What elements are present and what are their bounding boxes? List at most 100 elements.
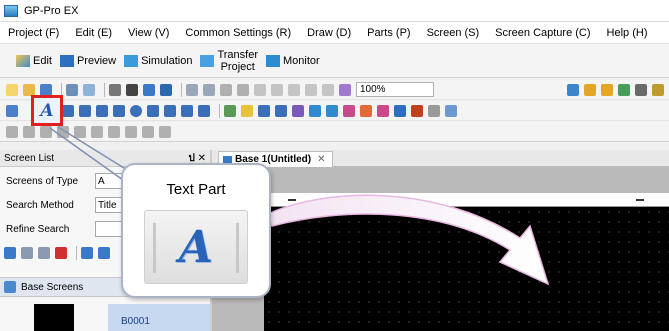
pin-b-icon[interactable]: [125, 125, 137, 138]
preview-mode-label: Preview: [76, 54, 117, 67]
sample-icon[interactable]: [428, 104, 440, 117]
ladder-a-icon[interactable]: [6, 125, 18, 138]
screen-canvas[interactable]: [264, 207, 669, 331]
mode-bar: Edit Preview Simulation Transfer Project…: [0, 44, 669, 78]
symbol-icon[interactable]: [601, 83, 613, 96]
toolbar-ladder: [0, 122, 669, 142]
menu-parts[interactable]: Parts (P): [359, 27, 418, 39]
app-icon: [4, 4, 18, 17]
message-icon[interactable]: [445, 104, 457, 117]
lamp-icon[interactable]: [241, 104, 253, 117]
undo-icon[interactable]: [220, 83, 232, 96]
contact-icon[interactable]: [57, 125, 69, 138]
switch-lamp-icon[interactable]: [224, 104, 236, 117]
zoom-select[interactable]: 100%: [356, 82, 434, 97]
polyline-icon[interactable]: [79, 104, 91, 117]
ladder-b-icon[interactable]: [23, 125, 35, 138]
trend-graph-icon[interactable]: [309, 104, 321, 117]
menu-screen[interactable]: Screen (S): [419, 27, 488, 39]
window-icon[interactable]: [394, 104, 406, 117]
bus-b-icon[interactable]: [159, 125, 171, 138]
polygon-icon[interactable]: [113, 104, 125, 117]
keypad-icon[interactable]: [292, 104, 304, 117]
print-icon[interactable]: [66, 83, 78, 96]
alarm-icon[interactable]: [377, 104, 389, 117]
wrench-icon[interactable]: [652, 83, 664, 96]
transfer-screen-icon[interactable]: [186, 83, 198, 96]
text-part-callout: Text Part A: [121, 163, 271, 298]
address-icon[interactable]: [584, 83, 596, 96]
transfer-project-button[interactable]: Transfer Project: [196, 48, 262, 74]
new-screen-icon[interactable]: [4, 247, 16, 259]
scale-icon[interactable]: [181, 104, 193, 117]
graph-icon[interactable]: [275, 104, 287, 117]
picture-icon[interactable]: [411, 104, 423, 117]
bus-a-icon[interactable]: [142, 125, 154, 138]
transfer-label-line2: Project: [220, 60, 255, 73]
arc-icon[interactable]: [147, 104, 159, 117]
save-icon[interactable]: [40, 83, 52, 96]
menu-project[interactable]: Project (F): [0, 27, 67, 39]
screen-open-icon[interactable]: [143, 83, 155, 96]
find-icon[interactable]: [109, 83, 121, 96]
thumbnail-view-icon[interactable]: [98, 247, 110, 259]
circle-icon[interactable]: [130, 104, 142, 117]
receive-screen-icon[interactable]: [203, 83, 215, 96]
ladder-c-icon[interactable]: [40, 125, 52, 138]
print-preview-icon[interactable]: [83, 83, 95, 96]
table-icon[interactable]: [198, 104, 210, 117]
pin-icon[interactable]: ป: [188, 153, 194, 164]
paste-icon[interactable]: [288, 83, 300, 96]
coil-icon[interactable]: [91, 125, 103, 138]
list-view-icon[interactable]: [81, 247, 93, 259]
close-panel-icon[interactable]: ✕: [198, 153, 206, 164]
check-icon[interactable]: [339, 83, 351, 96]
data-display-icon[interactable]: [258, 104, 270, 117]
menu-draw[interactable]: Draw (D): [299, 27, 359, 39]
menu-screen-capture[interactable]: Screen Capture (C): [487, 27, 598, 39]
line-icon[interactable]: [62, 104, 74, 117]
window-title: GP-Pro EX: [24, 4, 79, 17]
menu-edit[interactable]: Edit (E): [67, 27, 120, 39]
pin-a-icon[interactable]: [108, 125, 120, 138]
meter-icon[interactable]: [360, 104, 372, 117]
copy-icon[interactable]: [271, 83, 283, 96]
grid-icon[interactable]: [635, 83, 647, 96]
text-part-tool-button[interactable]: A: [31, 95, 63, 126]
contact-b-icon[interactable]: [74, 125, 86, 138]
base-screens-label: Base Screens: [21, 281, 84, 293]
callout-title: Text Part: [166, 181, 226, 198]
paste-special-icon[interactable]: [305, 83, 317, 96]
open-folder-icon[interactable]: [23, 83, 35, 96]
cut-icon[interactable]: [254, 83, 266, 96]
menu-help[interactable]: Help (H): [599, 27, 656, 39]
simulation-mode-button[interactable]: Simulation: [120, 48, 196, 74]
list-icon[interactable]: [618, 83, 630, 96]
zoom-fit-icon[interactable]: [567, 83, 579, 96]
text-part-icon: A: [40, 100, 54, 121]
screen-list-title: Screen List: [4, 152, 55, 164]
delete-icon[interactable]: [322, 83, 334, 96]
menu-common-settings[interactable]: Common Settings (R): [177, 27, 299, 39]
pie-graph-icon[interactable]: [343, 104, 355, 117]
bar-graph-icon[interactable]: [326, 104, 338, 117]
redo-icon[interactable]: [237, 83, 249, 96]
screen-thumbnail[interactable]: [34, 304, 74, 331]
monitor-mode-button[interactable]: Monitor: [262, 48, 324, 74]
edit-icon: [16, 54, 30, 67]
rectangle-icon[interactable]: [96, 104, 108, 117]
toolbar-separator: [219, 103, 220, 118]
select-pointer-icon[interactable]: [6, 104, 18, 117]
preview-mode-button[interactable]: Preview: [56, 48, 120, 74]
edit-mode-button[interactable]: Edit: [12, 48, 56, 74]
screen-list-toolbar: [4, 246, 115, 260]
close-tab-icon[interactable]: ✕: [317, 154, 325, 165]
settings-icon[interactable]: [126, 83, 138, 96]
screen-save-icon[interactable]: [160, 83, 172, 96]
new-icon[interactable]: [6, 83, 18, 96]
paste-screen-icon[interactable]: [38, 247, 50, 259]
delete-screen-icon[interactable]: [55, 247, 67, 259]
copy-screen-icon[interactable]: [21, 247, 33, 259]
menu-view[interactable]: View (V): [120, 27, 177, 39]
fill-icon[interactable]: [164, 104, 176, 117]
